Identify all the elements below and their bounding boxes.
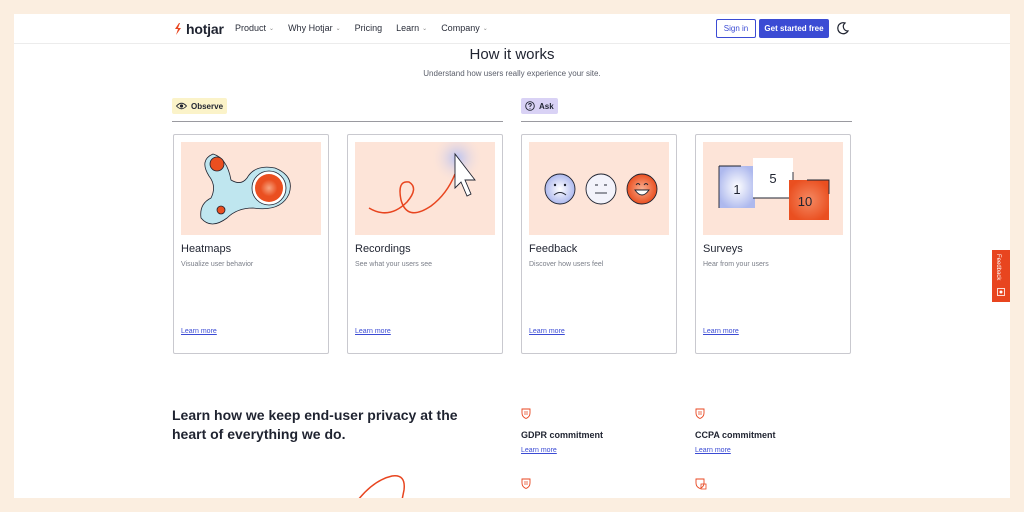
observe-divider <box>172 121 503 122</box>
chevron-down-icon: ⌄ <box>335 25 341 32</box>
learn-more-link[interactable]: Learn more <box>703 328 739 335</box>
brand-name: hotjar <box>186 21 224 37</box>
card-description: Discover how users feel <box>529 261 604 268</box>
shield-lock-icon <box>695 478 707 490</box>
page: hotjar Product ⌄ Why Hotjar ⌄ Pricing Lear… <box>14 14 1010 498</box>
dark-mode-moon-icon[interactable] <box>836 21 850 35</box>
surveys-illustration: 1 5 10 <box>703 142 843 235</box>
shield-icon <box>695 408 705 419</box>
card-description: See what your users see <box>355 261 433 268</box>
card-heatmaps[interactable]: Heatmaps Visualize user behavior Learn m… <box>173 134 329 354</box>
survey-number-5: 5 <box>769 171 776 186</box>
menu-item-company[interactable]: Company ⌄ <box>441 23 488 33</box>
cursor-path-icon <box>368 142 483 214</box>
learn-more-link[interactable]: Learn more <box>355 328 391 335</box>
gdpr-item: GDPR commitment Learn more <box>521 406 603 454</box>
feedback-tab-label: Feedback <box>995 254 1001 281</box>
top-nav: hotjar Product ⌄ Why Hotjar ⌄ Pricing Lear… <box>14 14 1010 44</box>
main-menu: Product ⌄ Why Hotjar ⌄ Pricing Learn ⌄ Comp… <box>235 23 502 33</box>
recordings-illustration <box>355 142 495 235</box>
ccpa-item: CCPA commitment Learn more <box>695 406 776 454</box>
question-circle-icon <box>525 101 535 111</box>
learn-more-link[interactable]: Learn more <box>529 328 565 335</box>
menu-item-learn[interactable]: Learn ⌄ <box>396 23 427 33</box>
shield-icon <box>521 478 531 489</box>
card-title: Feedback <box>529 243 578 255</box>
card-title: Recordings <box>355 243 411 255</box>
privacy-heading: Learn how we keep end-user privacy at th… <box>172 407 458 442</box>
card-feedback[interactable]: Feedback Discover how users feel Learn m… <box>521 134 677 354</box>
section-title: How it works <box>469 46 555 63</box>
chevron-down-icon: ⌄ <box>422 25 428 32</box>
heatmaps-illustration <box>181 142 321 235</box>
feedback-icon <box>997 288 1005 296</box>
hotjar-logo[interactable]: hotjar <box>172 21 224 37</box>
card-title: Heatmaps <box>181 243 232 255</box>
gdpr-title: GDPR commitment <box>521 430 604 440</box>
feedback-tab[interactable]: Feedback <box>992 250 1010 302</box>
hotjar-flame-icon <box>175 23 181 35</box>
menu-label: Why Hotjar <box>288 23 333 33</box>
chevron-down-icon: ⌄ <box>269 25 275 32</box>
learn-more-link[interactable]: Learn more <box>181 328 217 335</box>
card-description: Hear from your users <box>703 261 769 268</box>
ask-divider <box>521 121 852 122</box>
survey-number-10: 10 <box>798 194 812 209</box>
feedback-illustration <box>529 142 669 235</box>
gdpr-learn-more-link[interactable]: Learn more <box>521 447 603 454</box>
survey-number-1: 1 <box>733 182 740 197</box>
menu-label: Company <box>441 23 480 33</box>
menu-label: Learn <box>396 23 420 33</box>
section-subtitle: Understand how users really experience y… <box>423 69 601 78</box>
menu-item-pricing[interactable]: Pricing <box>355 23 383 33</box>
menu-item-product[interactable]: Product ⌄ <box>235 23 274 33</box>
sign-in-button[interactable]: Sign in <box>716 19 756 38</box>
ask-label: Ask <box>539 101 554 111</box>
menu-item-why-hotjar[interactable]: Why Hotjar ⌄ <box>288 23 341 33</box>
card-surveys[interactable]: 1 5 10 Surveys Hear from your users Lear… <box>695 134 851 354</box>
observe-tag: Observe <box>172 98 228 114</box>
survey-scale-icon: 1 5 10 <box>718 158 830 220</box>
chevron-down-icon: ⌄ <box>482 25 488 32</box>
eye-icon <box>176 102 187 110</box>
shield-icon <box>521 408 531 419</box>
ccpa-title: CCPA commitment <box>695 430 776 440</box>
observe-label: Observe <box>191 101 224 111</box>
card-recordings[interactable]: Recordings See what your users see Learn… <box>347 134 503 354</box>
card-description: Visualize user behavior <box>181 261 254 268</box>
ccpa-learn-more-link[interactable]: Learn more <box>695 447 776 454</box>
menu-label: Product <box>235 23 267 33</box>
card-title: Surveys <box>703 243 743 255</box>
ask-tag: Ask <box>521 98 558 114</box>
heatmap-blob-icon <box>200 153 291 225</box>
get-started-button[interactable]: Get started free <box>759 19 829 38</box>
decorative-swirl-icon <box>358 475 405 498</box>
emoji-faces-icon <box>544 173 658 205</box>
menu-label: Pricing <box>354 23 383 33</box>
